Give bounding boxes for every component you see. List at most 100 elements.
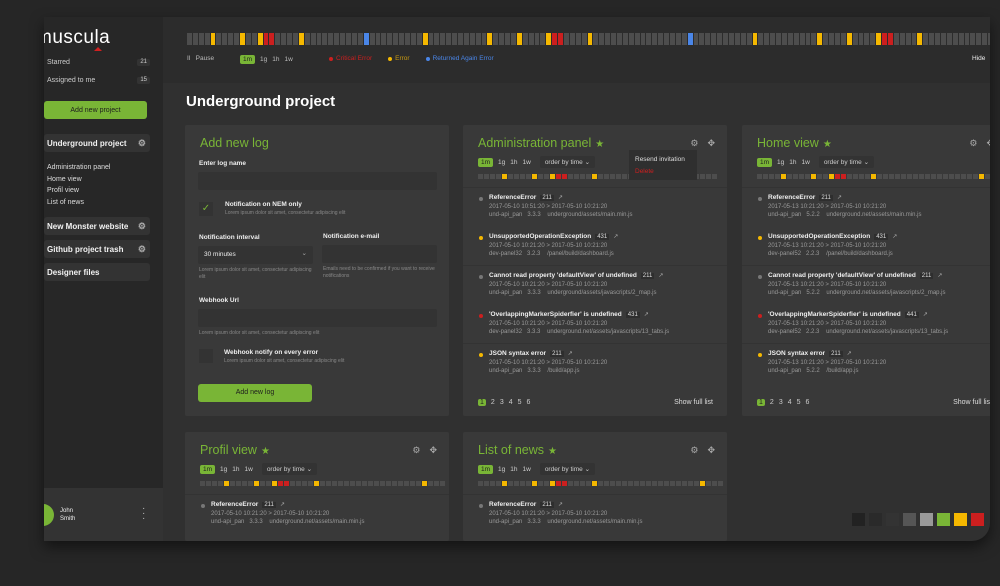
card-timeline[interactable] xyxy=(757,174,990,179)
timeline-cell[interactable] xyxy=(882,33,887,45)
timeline-cell[interactable] xyxy=(664,33,670,45)
star-icon[interactable]: ★ xyxy=(548,446,557,457)
page-6[interactable]: 6 xyxy=(806,399,810,406)
timeline-cell[interactable] xyxy=(422,481,427,486)
timeline-cell[interactable] xyxy=(569,33,575,45)
timeline-cell[interactable] xyxy=(534,33,540,45)
timeline-cell[interactable] xyxy=(278,481,283,486)
error-timeline[interactable] xyxy=(187,33,990,45)
timeline-cell[interactable] xyxy=(925,174,930,179)
timeline-cell[interactable] xyxy=(946,33,952,45)
timeline-cell[interactable] xyxy=(941,33,946,45)
link-icon[interactable]: ↗ xyxy=(847,351,852,357)
timeline-cell[interactable] xyxy=(871,174,876,179)
timeline-cell[interactable] xyxy=(835,174,840,179)
more-vertical-icon[interactable]: · · · xyxy=(142,504,145,524)
timeline-cell[interactable] xyxy=(829,33,834,45)
timeline-cell[interactable] xyxy=(652,33,658,45)
timeline-cell[interactable] xyxy=(350,481,355,486)
timeline-cell[interactable] xyxy=(911,33,917,45)
timeline-cell[interactable] xyxy=(298,33,304,45)
avatar[interactable] xyxy=(44,504,54,526)
timeline-cell[interactable] xyxy=(568,481,573,486)
timeline-cell[interactable] xyxy=(616,174,621,179)
log-item[interactable]: Cannot read property 'defaultView' of un… xyxy=(742,266,990,305)
timeline-cell[interactable] xyxy=(646,33,652,45)
timeline-cell[interactable] xyxy=(811,33,817,45)
menu-delete[interactable]: Delete xyxy=(635,166,691,178)
timeline-cell[interactable] xyxy=(846,33,852,45)
color-swatch[interactable] xyxy=(937,513,950,526)
link-icon[interactable]: ↗ xyxy=(558,502,563,508)
timeline-cell[interactable] xyxy=(740,33,746,45)
timeline-cell[interactable] xyxy=(242,481,247,486)
star-icon[interactable]: ★ xyxy=(823,139,832,150)
range-1w[interactable]: 1w xyxy=(523,466,531,473)
timeline-cell[interactable] xyxy=(883,174,888,179)
project-github-trash[interactable]: Github project trash ⚙ xyxy=(44,240,150,258)
timeline-cell[interactable] xyxy=(775,174,780,179)
timeline-cell[interactable] xyxy=(611,33,617,45)
timeline-cell[interactable] xyxy=(964,33,970,45)
star-icon[interactable]: ★ xyxy=(595,139,604,150)
timeline-cell[interactable] xyxy=(887,33,893,45)
timeline-cell[interactable] xyxy=(540,33,546,45)
link-icon[interactable]: ↗ xyxy=(892,234,897,240)
timeline-cell[interactable] xyxy=(508,481,513,486)
range-1w[interactable]: 1w xyxy=(245,466,253,473)
timeline-cell[interactable] xyxy=(568,174,573,179)
timeline-cell[interactable] xyxy=(770,33,776,45)
timeline-cell[interactable] xyxy=(811,174,816,179)
timeline-cell[interactable] xyxy=(230,481,235,486)
timeline-cell[interactable] xyxy=(493,33,499,45)
timeline-cell[interactable] xyxy=(505,33,510,45)
subitem-home-view[interactable]: Home view xyxy=(47,174,110,186)
timeline-cell[interactable] xyxy=(248,481,253,486)
timeline-cell[interactable] xyxy=(907,174,912,179)
timeline-cell[interactable] xyxy=(369,33,375,45)
link-icon[interactable]: ↗ xyxy=(923,312,928,318)
timeline-cell[interactable] xyxy=(580,481,585,486)
timeline-cell[interactable] xyxy=(870,33,876,45)
timeline-cell[interactable] xyxy=(410,33,416,45)
timeline-cell[interactable] xyxy=(617,33,622,45)
timeline-cell[interactable] xyxy=(236,481,241,486)
timeline-cell[interactable] xyxy=(658,481,663,486)
timeline-cell[interactable] xyxy=(314,481,319,486)
timeline-cell[interactable] xyxy=(640,33,646,45)
timeline-cell[interactable] xyxy=(943,174,948,179)
timeline-cell[interactable] xyxy=(787,174,792,179)
add-project-button[interactable]: Add new project xyxy=(44,101,147,119)
timeline-cell[interactable] xyxy=(251,33,257,45)
timeline-cell[interactable] xyxy=(338,481,343,486)
timeline-cell[interactable] xyxy=(699,33,705,45)
timeline-cell[interactable] xyxy=(717,33,723,45)
timeline-cell[interactable] xyxy=(817,174,822,179)
timeline-cell[interactable] xyxy=(834,33,840,45)
timeline-cell[interactable] xyxy=(499,33,505,45)
timeline-cell[interactable] xyxy=(864,33,870,45)
timeline-cell[interactable] xyxy=(628,481,633,486)
color-swatch[interactable] xyxy=(869,513,882,526)
timeline-cell[interactable] xyxy=(380,481,385,486)
move-icon[interactable]: ✥ xyxy=(986,138,990,149)
log-item[interactable]: ReferenceError 211 ↗ 2017-05-10 10:21:20 >… xyxy=(463,495,727,534)
gear-icon[interactable]: ⚙ xyxy=(138,221,146,232)
timeline-cell[interactable] xyxy=(652,481,657,486)
order-select[interactable]: order by time ⌄ xyxy=(818,156,875,168)
timeline-cell[interactable] xyxy=(646,481,651,486)
pause-button[interactable]: II Pause xyxy=(187,55,214,62)
timeline-cell[interactable] xyxy=(452,33,457,45)
timeline-cell[interactable] xyxy=(269,33,275,45)
timeline-cell[interactable] xyxy=(575,33,581,45)
timeline-cell[interactable] xyxy=(490,174,495,179)
timeline-cell[interactable] xyxy=(386,481,391,486)
range-1w[interactable]: 1w xyxy=(285,56,293,63)
timeline-cell[interactable] xyxy=(234,33,240,45)
timeline-cell[interactable] xyxy=(841,174,846,179)
timeline-cell[interactable] xyxy=(564,33,569,45)
project-new-monster[interactable]: New Monster website ⚙ xyxy=(44,217,150,235)
timeline-cell[interactable] xyxy=(604,481,609,486)
timeline-cell[interactable] xyxy=(496,481,501,486)
timeline-cell[interactable] xyxy=(434,481,439,486)
